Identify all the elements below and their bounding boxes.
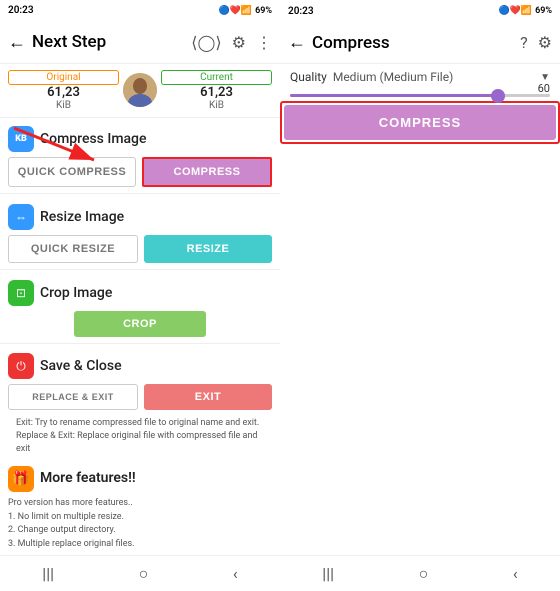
compress-button-container: COMPRESS bbox=[280, 101, 560, 144]
original-unit: KiB bbox=[56, 100, 71, 111]
save-title: Save & Close bbox=[40, 358, 122, 374]
more-icon: 🎁 bbox=[8, 466, 34, 492]
left-screen: 20:23 🔵❤️📶 69% ← Next Step ⟨◯⟩ ⚙ ⋮ Origi… bbox=[0, 0, 280, 591]
original-size: 61,23 bbox=[47, 85, 80, 100]
more-title: More features!! bbox=[40, 470, 136, 486]
left-back-button[interactable]: ← bbox=[8, 32, 26, 53]
left-bottom-nav: ||| ○ ‹ bbox=[0, 555, 280, 591]
right-back-button[interactable]: ← bbox=[288, 32, 306, 53]
quick-compress-button[interactable]: QUICK COMPRESS bbox=[8, 157, 136, 187]
quality-dropdown-arrow[interactable]: ▼ bbox=[540, 72, 550, 83]
compress-section: KB Compress Image QUICK COMPRESS COMPRES… bbox=[0, 118, 280, 191]
replace-exit-button[interactable]: REPLACE & EXIT bbox=[8, 384, 138, 410]
share-icon[interactable]: ⟨◯⟩ bbox=[191, 33, 221, 52]
quality-label: Quality bbox=[290, 70, 327, 84]
compress-button[interactable]: COMPRESS bbox=[142, 157, 272, 187]
resize-icon: ⇔ bbox=[8, 204, 34, 230]
right-bottom-nav: ||| ○ ‹ bbox=[280, 555, 560, 591]
resize-section: ⇔ Resize Image QUICK RESIZE RESIZE bbox=[0, 196, 280, 267]
crop-button[interactable]: CROP bbox=[74, 311, 206, 337]
slider-track[interactable] bbox=[290, 94, 550, 97]
current-unit: KiB bbox=[209, 100, 224, 111]
save-note: Exit: Try to rename compressed file to o… bbox=[8, 414, 272, 458]
more-section: 🎁 More features!! Pro version has more f… bbox=[0, 458, 280, 555]
left-nav-home-icon[interactable]: ○ bbox=[139, 564, 149, 584]
right-compress-button[interactable]: COMPRESS bbox=[284, 105, 556, 140]
quick-resize-button[interactable]: QUICK RESIZE bbox=[8, 235, 138, 263]
current-size: 61,23 bbox=[200, 85, 233, 100]
right-time: 20:23 bbox=[288, 6, 314, 17]
left-signal-icon: 🔵❤️📶 bbox=[218, 6, 252, 16]
right-top-nav: ← Compress ? ⚙ bbox=[280, 22, 560, 64]
crop-section: ⊡ Crop Image CROP bbox=[0, 272, 280, 341]
original-label: Original bbox=[8, 70, 119, 85]
slider-thumb[interactable] bbox=[491, 89, 505, 103]
left-top-nav: ← Next Step ⟨◯⟩ ⚙ ⋮ bbox=[0, 22, 280, 64]
resize-title: Resize Image bbox=[40, 209, 124, 225]
quality-value: Medium (Medium File) bbox=[333, 70, 534, 84]
compress-icon: KB bbox=[8, 126, 34, 152]
slider-fill bbox=[290, 94, 498, 97]
quality-slider-container: 60 bbox=[280, 86, 560, 101]
right-screen: 20:23 🔵❤️📶 69% ← Compress ? ⚙ Quality Me… bbox=[280, 0, 560, 591]
save-buttons: REPLACE & EXIT EXIT bbox=[8, 384, 272, 410]
right-nav-title: Compress bbox=[312, 33, 520, 53]
resize-button[interactable]: RESIZE bbox=[144, 235, 272, 263]
help-icon[interactable]: ? bbox=[520, 33, 528, 52]
save-icon: ⏻ bbox=[8, 353, 34, 379]
settings-icon[interactable]: ⚙ bbox=[232, 33, 246, 52]
right-nav-home-icon[interactable]: ○ bbox=[419, 564, 429, 584]
compress-buttons: QUICK COMPRESS COMPRESS bbox=[8, 157, 272, 187]
right-status-bar: 20:23 🔵❤️📶 69% bbox=[280, 0, 560, 22]
crop-buttons: CROP bbox=[8, 311, 272, 337]
left-battery: 69% bbox=[255, 6, 272, 16]
current-label: Current bbox=[161, 70, 272, 85]
right-nav-menu-icon[interactable]: ||| bbox=[322, 564, 334, 583]
left-status-bar: 20:23 🔵❤️📶 69% bbox=[0, 0, 280, 22]
left-nav-menu-icon[interactable]: ||| bbox=[42, 564, 54, 583]
compress-title: Compress Image bbox=[40, 131, 147, 147]
left-nav-title: Next Step bbox=[32, 32, 191, 52]
right-settings-icon[interactable]: ⚙ bbox=[538, 33, 552, 52]
avatar bbox=[123, 73, 157, 107]
right-signal: 🔵❤️📶 bbox=[498, 6, 532, 16]
current-info: Current 61,23 KiB bbox=[161, 70, 272, 111]
original-info: Original 61,23 KiB bbox=[8, 70, 119, 111]
image-info-bar: Original 61,23 KiB Current 61,23 KiB bbox=[0, 64, 280, 118]
more-text: Pro version has more features.. 1. No li… bbox=[8, 497, 272, 551]
left-nav-back-icon[interactable]: ‹ bbox=[233, 564, 238, 583]
save-section: ⏻ Save & Close REPLACE & EXIT EXIT Exit:… bbox=[0, 345, 280, 458]
crop-icon: ⊡ bbox=[8, 280, 34, 306]
right-nav-back-icon[interactable]: ‹ bbox=[513, 564, 518, 583]
resize-buttons: QUICK RESIZE RESIZE bbox=[8, 235, 272, 263]
exit-button[interactable]: EXIT bbox=[144, 384, 272, 410]
left-time: 20:23 bbox=[8, 5, 34, 16]
right-battery: 69% bbox=[535, 6, 552, 16]
quality-row: Quality Medium (Medium File) ▼ bbox=[280, 64, 560, 86]
crop-title: Crop Image bbox=[40, 285, 112, 301]
more-icon[interactable]: ⋮ bbox=[256, 33, 272, 52]
